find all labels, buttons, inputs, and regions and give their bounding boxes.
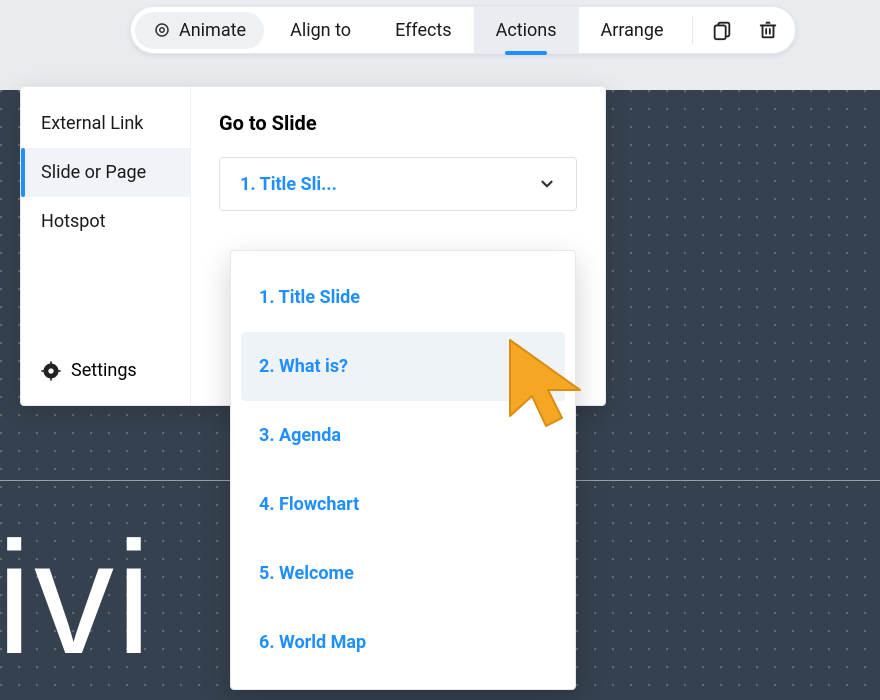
- slide-option-5[interactable]: 5. Welcome: [241, 539, 565, 608]
- arrange-label: Arrange: [601, 20, 664, 41]
- slide-option-label: 1. Title Slide: [259, 287, 360, 308]
- slide-option-1[interactable]: 1. Title Slide: [241, 263, 565, 332]
- slide-dropdown: 1. Title Slide 2. What is? 3. Agenda 4. …: [230, 250, 576, 690]
- toolbar-separator: [692, 16, 693, 44]
- effects-label: Effects: [395, 20, 452, 41]
- sidebar-item-external-link[interactable]: External Link: [21, 99, 190, 148]
- sidebar-item-label: External Link: [41, 113, 143, 134]
- trash-icon: [757, 19, 779, 41]
- sidebar-item-label: Hotspot: [41, 211, 106, 232]
- chevron-down-icon: [538, 175, 556, 193]
- sidebar-item-slide-or-page[interactable]: Slide or Page: [21, 148, 190, 197]
- slide-option-label: 4. Flowchart: [259, 494, 359, 515]
- slide-option-2[interactable]: 2. What is?: [241, 332, 565, 401]
- slide-option-6[interactable]: 6. World Map: [241, 608, 565, 677]
- align-to-button[interactable]: Align to: [268, 7, 373, 53]
- settings-label: Settings: [71, 360, 137, 381]
- clipboard-button[interactable]: [699, 19, 745, 41]
- sidebar-item-label: Slide or Page: [41, 162, 146, 183]
- sidebar-item-hotspot[interactable]: Hotspot: [21, 197, 190, 246]
- slide-select-value: 1. Title Sli...: [240, 174, 337, 195]
- animate-label: Animate: [179, 20, 246, 41]
- animate-icon: [153, 21, 171, 39]
- arrange-button[interactable]: Arrange: [579, 7, 686, 53]
- clipboard-icon: [711, 19, 733, 41]
- slide-option-label: 6. World Map: [259, 632, 366, 653]
- actions-sidebar: External Link Slide or Page Hotspot Sett…: [21, 87, 191, 405]
- slide-option-label: 2. What is?: [259, 356, 348, 377]
- slide-option-4[interactable]: 4. Flowchart: [241, 470, 565, 539]
- slide-select[interactable]: 1. Title Sli...: [219, 157, 577, 211]
- slide-option-label: 5. Welcome: [259, 563, 354, 584]
- panel-title: Go to Slide: [219, 111, 577, 135]
- slide-title-fragment: tivi: [0, 506, 154, 690]
- actions-label: Actions: [496, 20, 557, 41]
- align-to-label: Align to: [290, 20, 351, 41]
- actions-button[interactable]: Actions: [474, 7, 579, 53]
- delete-button[interactable]: [745, 19, 791, 41]
- gear-icon: [41, 361, 61, 381]
- toolbar: Animate Align to Effects Actions Arrange: [130, 6, 796, 54]
- slide-option-3[interactable]: 3. Agenda: [241, 401, 565, 470]
- slide-option-label: 3. Agenda: [259, 425, 341, 446]
- settings-button[interactable]: Settings: [21, 344, 190, 405]
- effects-button[interactable]: Effects: [373, 7, 474, 53]
- animate-button[interactable]: Animate: [135, 12, 264, 49]
